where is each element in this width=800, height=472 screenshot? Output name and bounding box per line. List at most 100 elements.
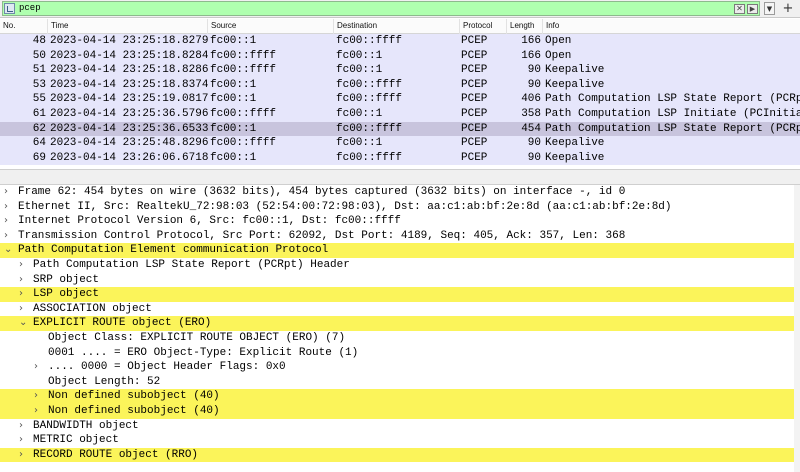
tree-item[interactable]: › METRIC object [0, 433, 800, 448]
column-header-time[interactable]: Time [48, 19, 208, 34]
packet-no: 64 [32, 137, 46, 150]
tree-item[interactable]: › Non defined subobject (40) [0, 389, 800, 404]
tree-item-label: METRIC object [33, 434, 119, 447]
collapsed-chevron-icon[interactable]: › [19, 258, 29, 273]
tree-item[interactable]: › .... 0000 = Object Header Flags: 0x0 [0, 360, 800, 375]
tree-item[interactable]: ⌄ Path Computation Element communication … [0, 243, 800, 258]
display-filter-toolbar: pcep ✕ ▶ ▼ + [0, 0, 800, 18]
collapsed-chevron-icon[interactable]: › [19, 273, 29, 288]
packet-time: 2023-04-14 23:25:18.837442 [50, 78, 208, 91]
collapsed-chevron-icon[interactable]: › [19, 433, 29, 448]
packet-row[interactable]: 51 2023-04-14 23:25:18.828603 fc00::ffff fc… [0, 63, 800, 78]
collapsed-chevron-icon[interactable]: › [19, 302, 29, 317]
column-header-source[interactable]: Source [208, 19, 334, 34]
collapsed-chevron-icon[interactable]: › [19, 419, 29, 434]
tree-item[interactable]: › Ethernet II, Src: RealtekU_72:98:03 (52… [0, 200, 800, 215]
tree-item-label: BANDWIDTH object [33, 419, 139, 432]
packet-info: Path Computation LSP State Report (PCRpt… [545, 122, 800, 135]
expanded-chevron-icon[interactable]: ⌄ [19, 316, 29, 331]
column-header-protocol[interactable]: Protocol [460, 19, 507, 34]
packet-info: Open [545, 49, 572, 62]
packet-row[interactable]: 50 2023-04-14 23:25:18.828485 fc00::ffff fc… [0, 48, 800, 64]
packet-list: No. Time Source Destination Protocol Len… [0, 19, 800, 169]
column-header-destination[interactable]: Destination [334, 19, 460, 34]
packet-source: fc00::1 [210, 35, 257, 47]
packet-row[interactable]: 55 2023-04-14 23:25:19.081765 fc00::1 fc00:… [0, 92, 800, 107]
collapsed-chevron-icon[interactable]: › [19, 448, 29, 463]
display-filter-input[interactable]: pcep ✕ ▶ [2, 1, 760, 16]
packet-protocol: PCEP [461, 35, 488, 47]
collapsed-chevron-icon[interactable]: › [4, 185, 14, 200]
tree-item[interactable]: › LSP object [0, 287, 800, 302]
tree-item[interactable]: Object Length: 52 [0, 375, 800, 390]
tree-item[interactable]: Object Class: EXPLICIT ROUTE OBJECT (ERO… [0, 331, 800, 346]
apply-arrow-icon[interactable]: ▶ [747, 4, 758, 14]
packet-time: 2023-04-14 23:26:06.671808 [50, 151, 208, 164]
column-header-info[interactable]: Info [543, 19, 800, 34]
collapsed-chevron-icon[interactable]: › [4, 214, 14, 229]
tree-item-label: Object Length: 52 [48, 375, 161, 388]
tree-item[interactable]: › Non defined subobject (40) [0, 403, 800, 419]
packet-source: fc00::ffff [210, 137, 277, 150]
packet-no: 48 [32, 35, 46, 47]
packet-destination: fc00::ffff [336, 93, 403, 106]
packet-destination: fc00::ffff [336, 78, 403, 91]
packet-row[interactable]: 48 2023-04-14 23:25:18.827908 fc00::1 fc00:… [0, 34, 800, 49]
filter-bookmark-icon[interactable] [4, 3, 15, 14]
packet-info: Open [545, 35, 572, 47]
collapsed-chevron-icon[interactable]: › [4, 229, 14, 244]
display-filter-text[interactable]: pcep [19, 2, 41, 15]
packet-destination: fc00::ffff [336, 35, 403, 47]
packet-protocol: PCEP [461, 64, 488, 77]
packet-no: 61 [32, 107, 46, 120]
collapsed-chevron-icon[interactable]: › [19, 287, 29, 302]
collapsed-chevron-icon[interactable]: › [34, 404, 44, 419]
collapsed-chevron-icon[interactable]: › [4, 200, 14, 215]
packet-source: fc00::ffff [210, 64, 277, 77]
packet-destination: fc00::1 [336, 64, 383, 77]
packet-time: 2023-04-14 23:25:48.829686 [50, 137, 208, 150]
collapsed-chevron-icon[interactable]: › [34, 360, 44, 375]
packet-no: 50 [32, 49, 46, 62]
tree-item[interactable]: › Transmission Control Protocol, Src Port… [0, 229, 800, 244]
tree-item[interactable]: ⌄ EXPLICIT ROUTE object (ERO) [0, 316, 800, 331]
tree-item[interactable]: 0001 .... = ERO Object-Type: Explicit Ro… [0, 346, 800, 361]
packet-protocol: PCEP [461, 49, 488, 62]
packet-destination: fc00::1 [336, 49, 383, 62]
pane-splitter[interactable] [0, 169, 800, 185]
packet-length: 358 [521, 107, 541, 120]
tree-item[interactable]: › BANDWIDTH object [0, 419, 800, 434]
packet-row[interactable]: 69 2023-04-14 23:26:06.671808 fc00::1 fc00:… [0, 150, 800, 166]
packet-row-selected[interactable]: 62 2023-04-14 23:25:36.653386 fc00::1 fc00:… [0, 121, 800, 137]
tree-item[interactable]: › Internet Protocol Version 6, Src: fc00:… [0, 214, 800, 229]
add-filter-button[interactable]: + [780, 0, 796, 17]
packet-protocol: PCEP [461, 137, 488, 150]
column-header-no[interactable]: No. [0, 19, 48, 34]
tree-item[interactable]: › Frame 62: 454 bytes on wire (3632 bits)… [0, 185, 800, 200]
tree-item-label: Non defined subobject (40) [48, 404, 220, 417]
tree-item[interactable]: › ASSOCIATION object [0, 302, 800, 317]
tree-item-label: Non defined subobject (40) [48, 390, 220, 403]
expanded-chevron-icon[interactable]: ⌄ [4, 243, 14, 258]
packet-row[interactable]: 61 2023-04-14 23:25:36.579692 fc00::ffff fc… [0, 106, 800, 122]
details-scrollbar[interactable] [794, 185, 800, 472]
packet-source: fc00::1 [210, 78, 257, 91]
tree-item[interactable]: › SRP object [0, 273, 800, 288]
chevron-down-icon[interactable]: ▼ [764, 2, 775, 15]
packet-row[interactable]: 53 2023-04-14 23:25:18.837442 fc00::1 fc00:… [0, 77, 800, 93]
tree-item-label: Path Computation Element communication P… [18, 244, 329, 257]
packet-length: 406 [521, 93, 541, 106]
column-header-length[interactable]: Length [507, 19, 543, 34]
tree-item[interactable]: › RECORD ROUTE object (RRO) [0, 447, 800, 463]
clear-x-icon[interactable]: ✕ [734, 4, 745, 14]
packet-no: 51 [32, 64, 46, 77]
packet-source: fc00::1 [210, 122, 257, 135]
packet-protocol: PCEP [461, 78, 488, 91]
tree-item[interactable]: › Path Computation LSP State Report (PCRp… [0, 258, 800, 273]
collapsed-chevron-icon[interactable]: › [34, 389, 44, 404]
packet-row[interactable]: 64 2023-04-14 23:25:48.829686 fc00::ffff fc… [0, 136, 800, 151]
packet-no: 55 [32, 93, 46, 106]
packet-length: 90 [527, 64, 541, 77]
packet-source: fc00::1 [210, 151, 257, 164]
packet-length: 166 [521, 35, 541, 47]
